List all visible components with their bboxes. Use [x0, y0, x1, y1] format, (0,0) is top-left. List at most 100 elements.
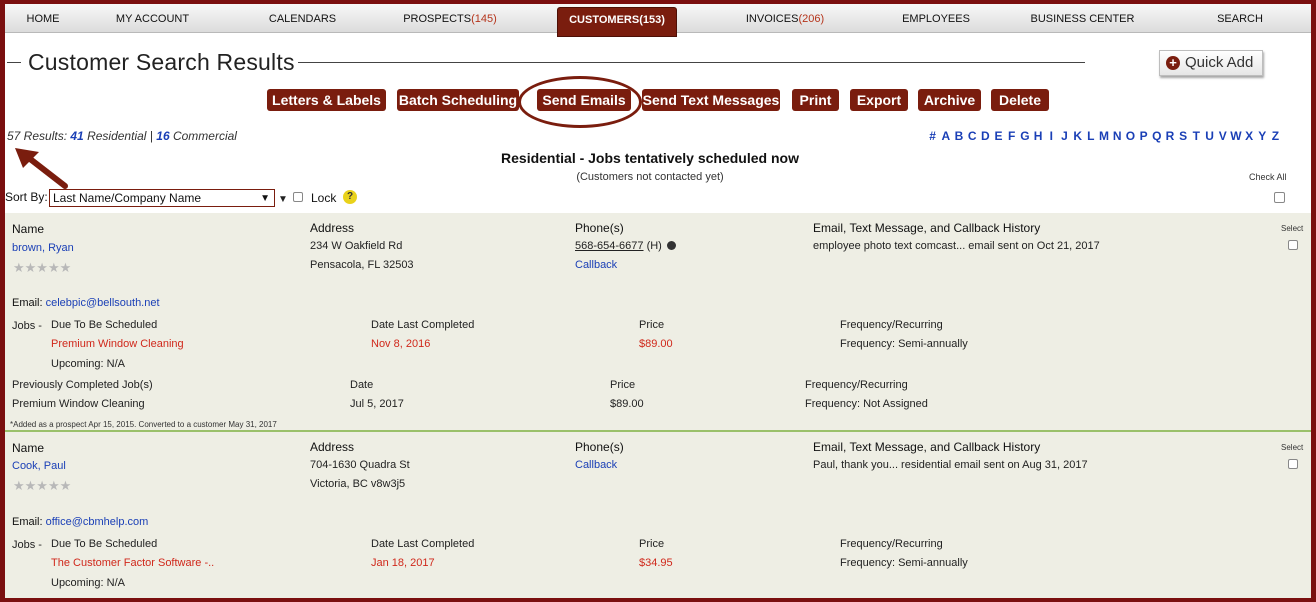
callback-link[interactable]: Callback [575, 459, 617, 471]
alpha-filter-letter[interactable]: K [1071, 129, 1084, 143]
results-summary: 57 Results: 41 Residential | 16 Commerci… [7, 129, 237, 143]
jobs-label: Jobs - [12, 320, 42, 332]
history-header: Email, Text Message, and Callback Histor… [813, 221, 1041, 235]
nav-employees-label: EMPLOYEES [902, 13, 970, 25]
alpha-filter-letter[interactable]: X [1243, 129, 1256, 143]
nav-home-label: HOME [26, 13, 60, 25]
send-emails-button[interactable]: Send Emails [537, 89, 631, 111]
customer-row: Name Address Phone(s) Email, Text Messag… [5, 432, 1311, 598]
alpha-filter-letter[interactable]: L [1084, 129, 1097, 143]
rating-stars[interactable]: ★★★★★ [13, 260, 71, 276]
lock-checkbox[interactable] [293, 192, 303, 202]
customer-name-link[interactable]: Cook, Paul [12, 460, 66, 472]
nav-search[interactable]: SEARCH [1210, 4, 1270, 33]
check-all-checkbox[interactable] [1274, 192, 1285, 203]
address-line-2: Pensacola, FL 32503 [310, 259, 414, 271]
price-value: $34.95 [639, 557, 673, 569]
customer-row: Name Address Phone(s) Email, Text Messag… [5, 213, 1311, 430]
select-checkbox[interactable] [1288, 240, 1298, 250]
select-label: Select [1281, 443, 1304, 452]
email-link[interactable]: celebpic@bellsouth.net [46, 297, 160, 309]
date-last-header: Date Last Completed [371, 538, 475, 550]
alpha-filter-letter[interactable]: O [1124, 129, 1137, 143]
nav-calendars[interactable]: CALENDARS [260, 4, 345, 33]
alpha-filter-letter[interactable]: N [1111, 129, 1124, 143]
section-subtitle: (Customers not contacted yet) [576, 171, 724, 183]
job-name-link[interactable]: Premium Window Cleaning [51, 338, 184, 350]
alpha-filter-letter[interactable]: Y [1256, 129, 1269, 143]
upcoming-row: Upcoming: N/A [51, 577, 125, 589]
alpha-filter-letter[interactable]: U [1203, 129, 1216, 143]
nav-invoices[interactable]: INVOICES(206) [740, 4, 830, 33]
select-checkbox[interactable] [1288, 459, 1298, 469]
customer-name-link[interactable]: brown, Ryan [12, 242, 74, 254]
due-header: Due To Be Scheduled [51, 319, 158, 331]
alpha-filter-letter[interactable]: B [952, 129, 965, 143]
rating-stars[interactable]: ★★★★★ [13, 478, 71, 494]
frequency-header: Frequency/Recurring [840, 538, 943, 550]
nav-search-label: SEARCH [1217, 13, 1263, 25]
batch-scheduling-button[interactable]: Batch Scheduling [397, 89, 519, 111]
alpha-filter-letter[interactable]: I [1045, 129, 1058, 143]
archive-button[interactable]: Archive [918, 89, 981, 111]
frequency-header: Frequency/Recurring [840, 319, 943, 331]
alpha-filter-letter[interactable]: D [979, 129, 992, 143]
phone-link[interactable]: 568-654-6677 [575, 240, 644, 252]
alpha-filter-letter[interactable]: C [966, 129, 979, 143]
phones-header: Phone(s) [575, 440, 624, 454]
letters-labels-button[interactable]: Letters & Labels [267, 89, 386, 111]
nav-home[interactable]: HOME [13, 4, 73, 33]
alpha-filter-letter[interactable]: J [1058, 129, 1071, 143]
alpha-filter-letter[interactable]: Q [1150, 129, 1163, 143]
alpha-filter-letter[interactable]: H [1032, 129, 1045, 143]
alpha-filter-letter[interactable]: W [1229, 129, 1242, 143]
app-frame: HOME MY ACCOUNT CALENDARS PROSPECTS(145)… [5, 4, 1311, 598]
results-total: 57 Results: [7, 129, 68, 143]
send-text-messages-button[interactable]: Send Text Messages [642, 89, 780, 111]
plus-icon: + [1166, 56, 1180, 70]
alpha-filter-letter[interactable]: # [926, 129, 939, 143]
sort-direction-icon[interactable]: ▼ [278, 194, 288, 205]
residential-count-link[interactable]: 41 [70, 129, 83, 143]
alpha-filter-letter[interactable]: V [1216, 129, 1229, 143]
email-link[interactable]: office@cbmhelp.com [46, 516, 149, 528]
prev-price-header: Price [610, 379, 636, 391]
alpha-filter-letter[interactable]: M [1097, 129, 1110, 143]
help-icon[interactable]: ? [343, 190, 357, 204]
upcoming-label: Upcoming: [51, 577, 104, 589]
alpha-filter-letter[interactable]: A [939, 129, 952, 143]
email-row: Email: office@cbmhelp.com [12, 516, 148, 528]
alpha-filter-letter[interactable]: Z [1269, 129, 1282, 143]
nav-prospects[interactable]: PROSPECTS(145) [400, 4, 500, 33]
job-name-link[interactable]: The Customer Factor Software -.. [51, 557, 214, 569]
commercial-count-link[interactable]: 16 [156, 129, 169, 143]
title-rule-left [7, 62, 21, 63]
alpha-filter-letter[interactable]: E [992, 129, 1005, 143]
prev-date-header: Date [350, 379, 374, 391]
results-separator: | [149, 129, 153, 143]
prev-job-name: Premium Window Cleaning [12, 398, 145, 410]
alpha-filter-letter[interactable]: T [1190, 129, 1203, 143]
alpha-filter-letter[interactable]: P [1137, 129, 1150, 143]
export-button[interactable]: Export [850, 89, 908, 111]
frequency-value: Frequency: Semi-annually [840, 557, 968, 569]
callback-link[interactable]: Callback [575, 259, 617, 271]
alpha-filter-letter[interactable]: S [1177, 129, 1190, 143]
phone-type: (H) [646, 240, 662, 252]
phone-info-icon[interactable] [666, 241, 676, 250]
delete-button[interactable]: Delete [991, 89, 1049, 111]
nav-customers[interactable]: CUSTOMERS(153) [558, 8, 676, 36]
print-button[interactable]: Print [792, 89, 839, 111]
nav-my-account[interactable]: MY ACCOUNT [105, 4, 200, 33]
price-header: Price [639, 319, 665, 331]
quick-add-button[interactable]: + Quick Add [1159, 50, 1263, 76]
alpha-filter-letter[interactable]: F [1005, 129, 1018, 143]
nav-business-center[interactable]: BUSINESS CENTER [1030, 4, 1135, 33]
history-header: Email, Text Message, and Callback Histor… [813, 440, 1041, 454]
sort-by-select[interactable]: Last Name/Company Name ▼ [49, 189, 275, 207]
alpha-filter-letter[interactable]: R [1163, 129, 1176, 143]
alphabet-filter: # A B C D E F G H I J K L M N O P Q R S T U V W X Y Z [926, 129, 1282, 143]
nav-employees[interactable]: EMPLOYEES [895, 4, 977, 33]
top-nav: HOME MY ACCOUNT CALENDARS PROSPECTS(145)… [5, 4, 1311, 36]
alpha-filter-letter[interactable]: G [1018, 129, 1031, 143]
